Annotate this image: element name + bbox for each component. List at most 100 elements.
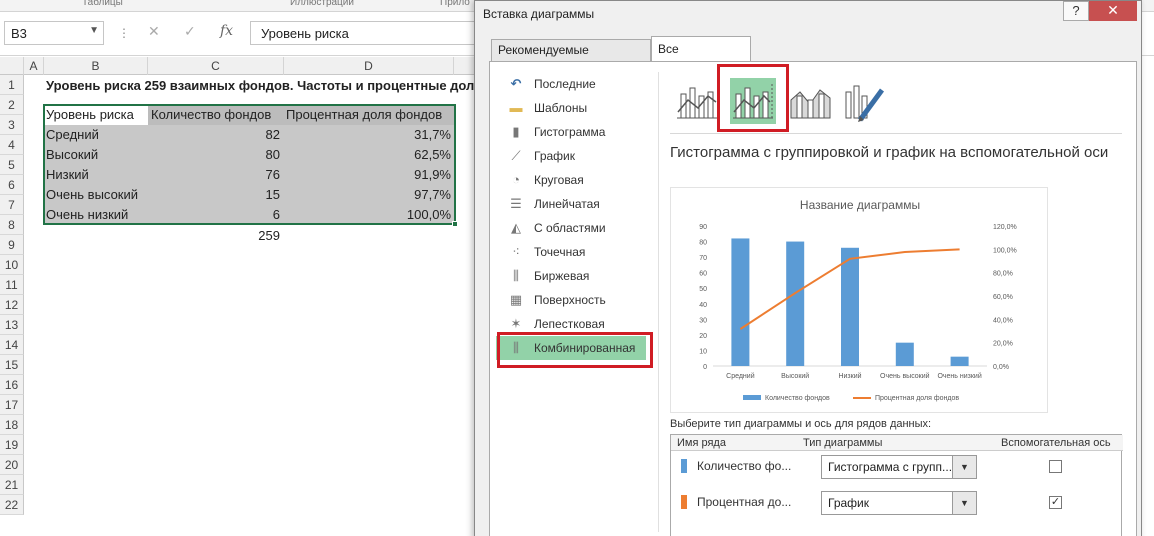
chevron-down-icon[interactable]: ▼: [952, 456, 976, 478]
x-tick-label: Очень высокий: [880, 372, 930, 380]
list-divider: [658, 72, 659, 532]
chart-type-label: Круговая: [534, 173, 584, 187]
row-header[interactable]: 9: [0, 235, 24, 255]
row-header[interactable]: 12: [0, 295, 24, 315]
secondary-axis-checkbox[interactable]: [1049, 460, 1062, 473]
row-header[interactable]: 16: [0, 375, 24, 395]
y-tick-label: 0: [703, 364, 707, 371]
series-type-select[interactable]: График ▼: [821, 491, 977, 515]
secondary-axis-checkbox[interactable]: ✓: [1049, 496, 1062, 509]
help-button[interactable]: ?: [1063, 1, 1089, 21]
row-header[interactable]: 15: [0, 355, 24, 375]
ribbon-group-illustrations[interactable]: Иллюстрации: [290, 0, 354, 8]
column-header-a[interactable]: A: [24, 57, 44, 75]
row-header[interactable]: 22: [0, 495, 24, 515]
subtype-divider: [670, 133, 1122, 134]
row-header[interactable]: 7: [0, 195, 24, 215]
row-header[interactable]: 13: [0, 315, 24, 335]
chart-type-pie[interactable]: ◔ Круговая: [496, 168, 646, 192]
chart-type-label: Лепестковая: [534, 317, 605, 331]
chart-type-label: Поверхность: [534, 293, 606, 307]
row-header[interactable]: 1: [0, 75, 24, 95]
chart-type-scatter[interactable]: ⁖ Точечная: [496, 240, 646, 264]
chart-preview[interactable]: Название диаграммы 0 10 20 30 40 50 60 70 80 90 0,…: [670, 187, 1048, 413]
row-header[interactable]: 5: [0, 155, 24, 175]
chart-bar: [731, 238, 750, 366]
dialog-title: Вставка диаграммы: [483, 7, 595, 21]
chart-type-label: Последние: [534, 77, 596, 91]
chart-type-surface[interactable]: ▦ Поверхность: [496, 288, 646, 312]
enter-icon[interactable]: ✓: [184, 23, 196, 40]
row-header[interactable]: 10: [0, 255, 24, 275]
chart-type-line[interactable]: ⟋ График: [496, 144, 646, 168]
y2-tick-label: 100,0%: [993, 247, 1017, 254]
surface-chart-icon: ▦: [509, 292, 523, 307]
select-all-corner[interactable]: [0, 57, 24, 75]
column-header-c[interactable]: C: [148, 57, 284, 75]
screen: Таблицы Иллюстрации Прило B3 ▼ ⋮ ✕ ✓ fx …: [0, 0, 1154, 536]
row-header[interactable]: 14: [0, 335, 24, 355]
close-button[interactable]: ✕: [1089, 1, 1137, 21]
combo-subtype-3-icon[interactable]: [788, 78, 834, 124]
y2-tick-label: 80,0%: [993, 271, 1013, 278]
combo-highlight-frame: [497, 332, 653, 368]
chart-type-stock[interactable]: ⫼ Биржевая: [496, 264, 646, 288]
y2-tick-label: 20,0%: [993, 341, 1013, 348]
cancel-icon[interactable]: ✕: [148, 23, 160, 40]
row-header[interactable]: 19: [0, 435, 24, 455]
insert-chart-dialog: Вставка диаграммы ? ✕ Рекомендуемые диаг…: [474, 0, 1142, 536]
scatter-chart-icon: ⁖: [512, 244, 520, 259]
cell-total[interactable]: 259: [148, 226, 284, 246]
y2-tick-label: 120,0%: [993, 224, 1017, 231]
row-header[interactable]: 8: [0, 215, 24, 235]
formula-input[interactable]: Уровень риска: [250, 21, 480, 45]
chevron-down-icon[interactable]: ▼: [89, 25, 99, 36]
row-header[interactable]: 17: [0, 395, 24, 415]
row-header[interactable]: 20: [0, 455, 24, 475]
fill-handle[interactable]: [452, 221, 458, 227]
title-cell[interactable]: Уровень риска 259 взаимных фондов. Часто…: [46, 76, 476, 96]
column-header-d[interactable]: D: [284, 57, 454, 75]
chart-title: Название диаграммы: [800, 198, 920, 212]
column-chart-icon: ▮: [512, 124, 520, 139]
legend-label: Процентная доля фондов: [875, 395, 959, 402]
series-type-select[interactable]: Гистограмма с групп... ▼: [821, 455, 977, 479]
row-header[interactable]: 18: [0, 415, 24, 435]
area-chart-icon: ◭: [511, 220, 521, 235]
chart-type-area[interactable]: ◭ С областями: [496, 216, 646, 240]
column-headers: A B C D: [0, 57, 480, 75]
chart-bar: [786, 241, 805, 366]
y-tick-label: 30: [699, 317, 707, 324]
formula-bar-grip-icon: ⋮: [118, 26, 130, 40]
series-header-name: Имя ряда: [677, 437, 726, 449]
chart-type-column[interactable]: ▮ Гистограмма: [496, 120, 646, 144]
chart-type-bar[interactable]: ☰ Линейчатая: [496, 192, 646, 216]
name-box[interactable]: B3 ▼: [4, 21, 104, 45]
y2-tick-label: 0,0%: [993, 364, 1009, 371]
insert-function-icon[interactable]: fx: [220, 23, 233, 39]
row-header[interactable]: 21: [0, 475, 24, 495]
subtype-highlight-frame: [717, 64, 789, 132]
chart-bar: [841, 247, 859, 366]
row-header[interactable]: 3: [0, 115, 24, 135]
x-tick-label: Низкий: [838, 372, 861, 380]
ribbon-group-tables[interactable]: Таблицы: [82, 0, 123, 8]
row-header[interactable]: 2: [0, 95, 24, 115]
ribbon-group-addins[interactable]: Прило: [440, 0, 470, 8]
custom-combo-icon[interactable]: [842, 78, 888, 124]
combo-subtype-1-icon[interactable]: [674, 78, 720, 124]
row-header[interactable]: 6: [0, 175, 24, 195]
chart-type-templates[interactable]: ▬ Шаблоны: [496, 96, 646, 120]
chart-type-label: Гистограмма: [534, 125, 606, 139]
chart-type-recent[interactable]: ↶ Последние: [496, 72, 646, 96]
column-header-b[interactable]: B: [44, 57, 148, 75]
row-header[interactable]: 4: [0, 135, 24, 155]
tab-recommended-charts[interactable]: Рекомендуемые диаграммы: [491, 39, 651, 77]
tab-all-charts[interactable]: Все диаграммы: [651, 36, 751, 80]
y-tick-label: 40: [699, 302, 707, 309]
y-tick-label: 20: [699, 333, 707, 340]
row-header[interactable]: 11: [0, 275, 24, 295]
chart-type-label: Линейчатая: [534, 197, 600, 211]
legend-swatch: [743, 395, 761, 400]
chevron-down-icon[interactable]: ▼: [952, 492, 976, 514]
